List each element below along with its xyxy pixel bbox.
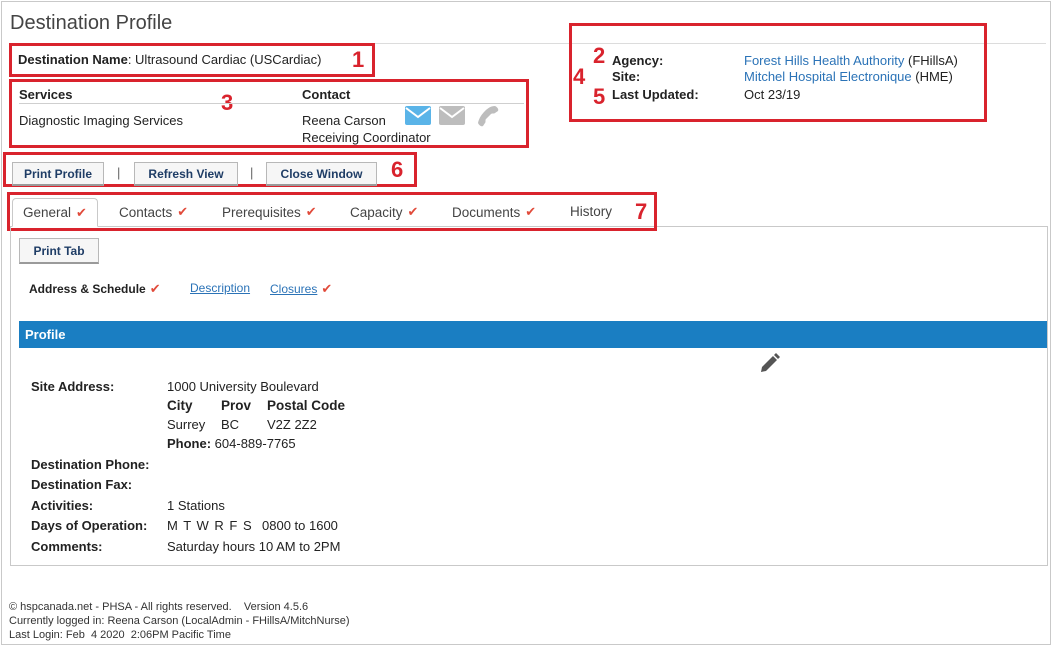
footer: © hspcanada.net - PHSA - All rights rese…: [9, 600, 350, 642]
activities-label: Activities:: [31, 498, 94, 513]
service-value: Diagnostic Imaging Services: [19, 113, 184, 128]
phone-label: Phone:: [167, 436, 212, 451]
edit-pencil-icon[interactable]: [759, 352, 781, 374]
postal-code-label: Postal Code: [267, 398, 346, 413]
print-tab-button[interactable]: Print Tab: [19, 238, 99, 264]
site-link[interactable]: Mitchel Hospital Electronique: [744, 69, 912, 84]
last-updated-label: Last Updated:: [612, 87, 699, 102]
annotation-number-7: 7: [635, 199, 648, 224]
comments-label: Comments:: [31, 539, 103, 554]
closures-link[interactable]: Closures: [270, 282, 317, 296]
agency-value: Forest Hills Health Authority (FHillsA): [744, 53, 958, 68]
phone-line: Phone: 604-889-7765: [167, 436, 296, 451]
agency-link[interactable]: Forest Hills Health Authority: [744, 53, 904, 68]
tab-content-panel: [10, 227, 1048, 566]
hours-value: 0800 to 1600: [262, 518, 338, 533]
days-of-operation-label: Days of Operation:: [31, 518, 148, 533]
page-title: Destination Profile: [10, 12, 173, 34]
subnav-closures[interactable]: Closures ✔: [270, 281, 332, 297]
city-value: Surrey: [167, 417, 206, 432]
description-link[interactable]: Description: [190, 281, 250, 295]
print-profile-button[interactable]: Print Profile: [12, 162, 104, 186]
phone-value: 604-889-7765: [211, 436, 296, 451]
email-icon[interactable]: [405, 106, 431, 125]
footer-last-login: Last Login: Feb 4 2020 2:06PM Pacific Ti…: [9, 629, 231, 641]
contact-name: Reena Carson: [302, 113, 386, 128]
prov-label: Prov: [221, 398, 252, 413]
services-header: Services: [19, 87, 73, 102]
days-of-operation-value: M T W R F S: [167, 518, 253, 533]
site-address-value: 1000 University Boulevard: [167, 379, 319, 394]
site-address-label: Site Address:: [31, 379, 115, 394]
message-icon[interactable]: [439, 106, 465, 125]
comments-value: Saturday hours 10 AM to 2PM: [167, 539, 341, 554]
destination-name-label: Destination Name: [18, 52, 128, 67]
postal-code-value: V2Z 2Z2: [267, 417, 317, 432]
site-label: Site:: [612, 69, 641, 84]
site-code: (HME): [911, 69, 953, 84]
subnav-label: Address & Schedule: [29, 282, 146, 296]
annotation-box-7: [7, 192, 657, 231]
footer-logged-in: Currently logged in: Reena Carson (Local…: [9, 615, 350, 627]
annotation-number-2: 2: [593, 43, 606, 68]
contact-header: Contact: [302, 87, 351, 102]
prov-value: BC: [221, 417, 240, 432]
footer-copyright: © hspcanada.net - PHSA - All rights rese…: [9, 601, 309, 613]
agency-code: (FHillsA): [904, 53, 958, 68]
check-icon: ✔: [149, 281, 161, 296]
annotation-number-5: 5: [593, 84, 606, 109]
profile-section-header: Profile: [19, 321, 1047, 348]
contact-role: Receiving Coordinator: [302, 130, 431, 145]
check-icon: ✔: [321, 281, 333, 296]
subnav-address-schedule[interactable]: Address & Schedule ✔: [29, 281, 161, 297]
destination-phone-label: Destination Phone:: [31, 457, 150, 472]
site-value: Mitchel Hospital Electronique (HME): [744, 69, 953, 84]
destination-fax-label: Destination Fax:: [31, 477, 133, 492]
activities-value: 1 Stations: [167, 498, 225, 513]
annotation-number-4: 4: [573, 64, 586, 89]
toolbar-separator: |: [250, 165, 254, 180]
toolbar-separator: |: [117, 165, 121, 180]
refresh-view-button[interactable]: Refresh View: [134, 162, 238, 186]
phone-icon[interactable]: [476, 104, 500, 128]
last-updated-value: Oct 23/19: [744, 87, 801, 102]
annotation-number-6: 6: [391, 157, 404, 182]
agency-label: Agency:: [612, 53, 664, 68]
destination-name: Destination Name: Ultrasound Cardiac (US…: [18, 52, 321, 67]
services-divider: [19, 103, 524, 104]
city-label: City: [167, 398, 193, 413]
close-window-button[interactable]: Close Window: [266, 162, 377, 186]
destination-name-value: : Ultrasound Cardiac (USCardiac): [127, 52, 322, 67]
subnav-description[interactable]: Description: [190, 281, 250, 295]
annotation-number-1: 1: [352, 47, 365, 72]
